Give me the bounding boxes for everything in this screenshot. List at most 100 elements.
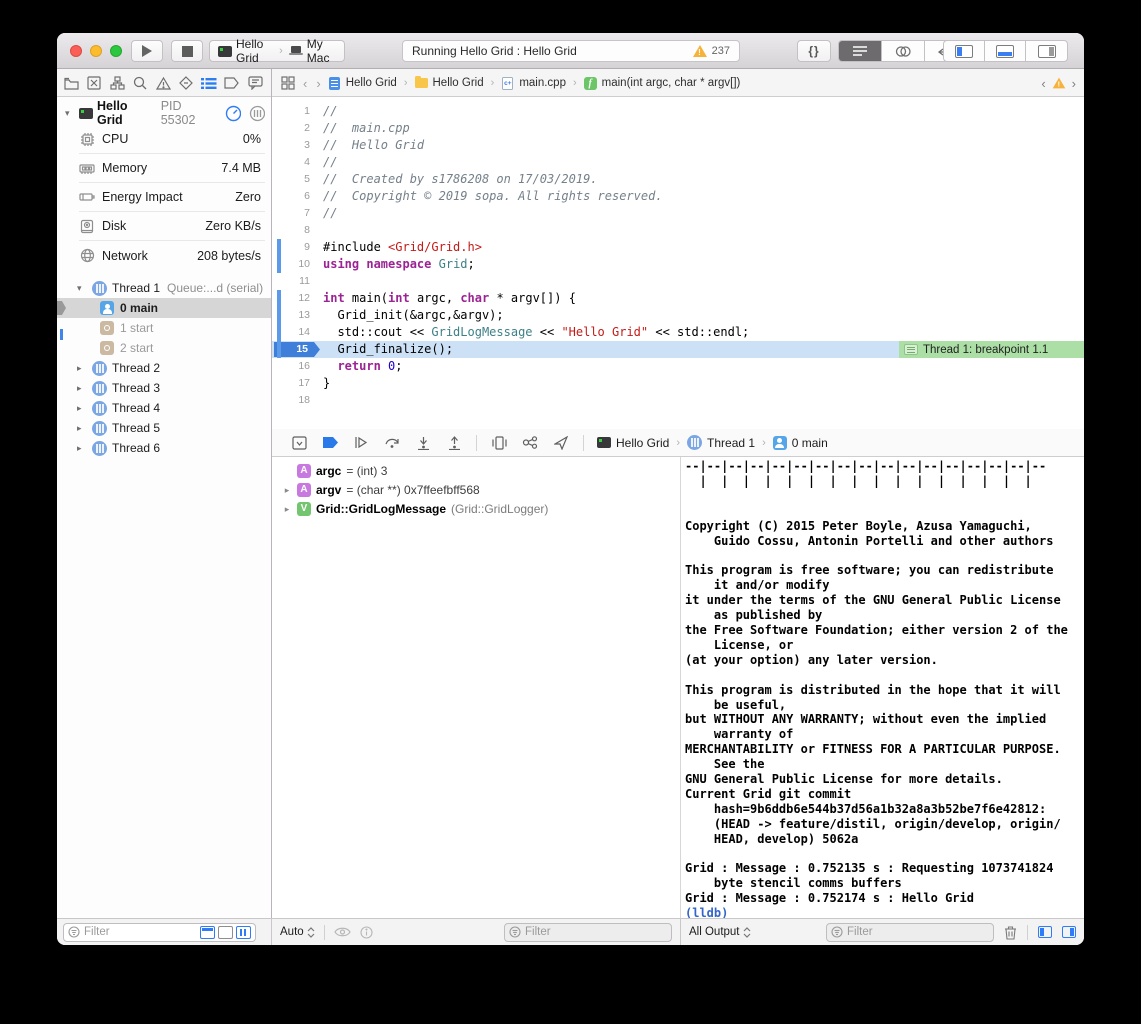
debug-crumb-frame[interactable]: 0 main <box>792 436 828 450</box>
continue-button[interactable] <box>352 435 370 451</box>
report-navigator-icon[interactable] <box>247 75 263 91</box>
disclosure-triangle-icon[interactable]: ▸ <box>77 403 87 414</box>
thread-row-2[interactable]: ▸ Thread 2 <box>57 358 271 378</box>
disclosure-triangle-icon[interactable]: ▸ <box>282 504 292 515</box>
test-navigator-icon[interactable] <box>178 75 194 91</box>
stack-frame-row[interactable]: 2 start <box>57 338 271 358</box>
jump-crumb-group[interactable]: Hello Grid <box>433 77 484 89</box>
gauge-row-memory[interactable]: Memory 7.4 MB <box>79 154 265 183</box>
previous-issue-button[interactable]: ‹ <box>1041 76 1045 91</box>
code-line[interactable]: 9#include <Grid/Grid.h> <box>272 239 1084 256</box>
thread-row-5[interactable]: ▸ Thread 5 <box>57 418 271 438</box>
stack-frame-row[interactable]: 1 start <box>57 318 271 338</box>
code-line[interactable]: 8 <box>272 222 1084 239</box>
code-line[interactable]: 4// <box>272 154 1084 171</box>
thread-row-4[interactable]: ▸ Thread 4 <box>57 398 271 418</box>
toggle-debug-area-button[interactable] <box>985 41 1026 61</box>
go-forward-button[interactable]: › <box>314 76 322 91</box>
variable-row-argv[interactable]: ▸ A argv = (char **) 0x7ffeefbff568 <box>272 481 680 499</box>
line-number[interactable]: 3 <box>272 137 310 154</box>
threads-view-icon[interactable] <box>249 105 265 122</box>
code-line[interactable]: 17} <box>272 375 1084 392</box>
code-line[interactable]: 11 <box>272 273 1084 290</box>
source-editor[interactable]: 1//2// main.cpp3// Hello Grid4//5// Crea… <box>272 97 1084 429</box>
issue-warning-icon[interactable]: ! <box>1052 78 1065 89</box>
hide-debug-area-button[interactable] <box>290 435 308 451</box>
thread-row-1[interactable]: ▾ Thread 1 Queue:...d (serial) <box>57 278 271 298</box>
go-back-button[interactable]: ‹ <box>301 76 309 91</box>
related-items-icon[interactable] <box>280 75 296 91</box>
jump-crumb-file[interactable]: main.cpp <box>519 77 566 89</box>
quicklook-eye-icon[interactable] <box>334 926 351 938</box>
library-button[interactable]: {} <box>797 40 831 62</box>
project-navigator-icon[interactable] <box>63 75 79 91</box>
code-line[interactable]: 13 Grid_init(&argc,&argv); <box>272 307 1084 324</box>
simulate-location-button[interactable] <box>552 435 570 451</box>
view-by-queue-icon[interactable] <box>218 926 233 939</box>
step-over-button[interactable] <box>383 435 401 451</box>
stack-frame-row-main[interactable]: 0 main <box>57 298 271 318</box>
code-line[interactable]: 2// main.cpp <box>272 120 1084 137</box>
clear-console-trash-icon[interactable] <box>1004 925 1017 940</box>
code-line[interactable]: 14 std::cout << GridLogMessage << "Hello… <box>272 324 1084 341</box>
source-control-navigator-icon[interactable] <box>86 75 102 91</box>
disclosure-triangle-icon[interactable]: ▸ <box>282 485 292 496</box>
process-row[interactable]: ▾ Hello Grid PID 55302 <box>57 101 271 125</box>
disclosure-triangle-icon[interactable]: ▸ <box>77 423 87 434</box>
show-console-view-icon[interactable] <box>1062 926 1076 938</box>
zoom-window-button[interactable] <box>110 45 122 57</box>
breakpoint-annotation[interactable]: Thread 1: breakpoint 1.1 <box>899 341 1084 358</box>
assistant-editor-button[interactable] <box>882 41 925 61</box>
gauge-row-energy[interactable]: Energy Impact Zero <box>79 183 265 212</box>
show-variables-view-icon[interactable] <box>1038 926 1052 938</box>
line-number[interactable]: 16 <box>272 358 310 375</box>
gauge-row-cpu[interactable]: CPU 0% <box>79 125 265 154</box>
minimize-window-button[interactable] <box>90 45 102 57</box>
line-number[interactable]: 11 <box>272 273 310 290</box>
code-line[interactable]: 1// <box>272 103 1084 120</box>
variables-view[interactable]: A argc = (int) 3 ▸ A argv = (char **) 0x… <box>272 457 680 918</box>
variable-row-argc[interactable]: A argc = (int) 3 <box>272 462 680 480</box>
symbol-navigator-icon[interactable] <box>109 75 125 91</box>
code-line[interactable]: 7// <box>272 205 1084 222</box>
activity-viewer[interactable]: Running Hello Grid : Hello Grid ! 237 <box>402 40 740 62</box>
line-number[interactable]: 2 <box>272 120 310 137</box>
code-line[interactable]: 10using namespace Grid; <box>272 256 1084 273</box>
thread-row-3[interactable]: ▸ Thread 3 <box>57 378 271 398</box>
line-number[interactable]: 18 <box>272 392 310 409</box>
debug-navigator-icon[interactable] <box>201 75 217 91</box>
run-button[interactable] <box>131 40 163 62</box>
code-line[interactable]: 6// Copyright © 2019 sopa. All rights re… <box>272 188 1084 205</box>
stop-button[interactable] <box>171 40 203 62</box>
breakpoints-toggle-button[interactable] <box>321 435 339 451</box>
thread-row-6[interactable]: ▸ Thread 6 <box>57 438 271 458</box>
line-number[interactable]: 5 <box>272 171 310 188</box>
line-number[interactable]: 6 <box>272 188 310 205</box>
line-number[interactable]: 7 <box>272 205 310 222</box>
navigator-filter-field[interactable]: Filter <box>63 923 256 942</box>
jump-crumb-symbol[interactable]: main(int argc, char * argv[]) <box>602 77 741 89</box>
line-number[interactable]: 8 <box>272 222 310 239</box>
scheme-selector[interactable]: Hello Grid › My Mac <box>209 40 345 62</box>
disclosure-triangle-icon[interactable]: ▾ <box>65 108 75 119</box>
code-line[interactable]: 16 return 0; <box>272 358 1084 375</box>
show-running-blocks-icon[interactable] <box>200 926 215 939</box>
debug-crumb-thread[interactable]: Thread 1 <box>707 436 755 450</box>
next-issue-button[interactable]: › <box>1072 76 1076 91</box>
info-icon[interactable] <box>360 926 373 939</box>
console-scope-selector[interactable]: All Output <box>689 926 751 938</box>
toggle-navigator-panel-button[interactable] <box>944 41 985 61</box>
line-number[interactable]: 17 <box>272 375 310 392</box>
toggle-inspector-panel-button[interactable] <box>1026 41 1067 61</box>
code-line[interactable]: 5// Created by s1786208 on 17/03/2019. <box>272 171 1084 188</box>
disclosure-triangle-icon[interactable]: ▸ <box>77 363 87 374</box>
disclosure-triangle-icon[interactable]: ▸ <box>77 383 87 394</box>
find-navigator-icon[interactable] <box>132 75 148 91</box>
standard-editor-button[interactable] <box>839 41 882 61</box>
close-window-button[interactable] <box>70 45 82 57</box>
code-line[interactable]: 12int main(int argc, char * argv[]) { <box>272 290 1084 307</box>
memory-graph-button[interactable] <box>521 435 539 451</box>
issue-navigator-icon[interactable] <box>155 75 171 91</box>
debug-crumb-process[interactable]: Hello Grid <box>616 436 669 450</box>
gauge-row-disk[interactable]: Disk Zero KB/s <box>79 212 265 241</box>
